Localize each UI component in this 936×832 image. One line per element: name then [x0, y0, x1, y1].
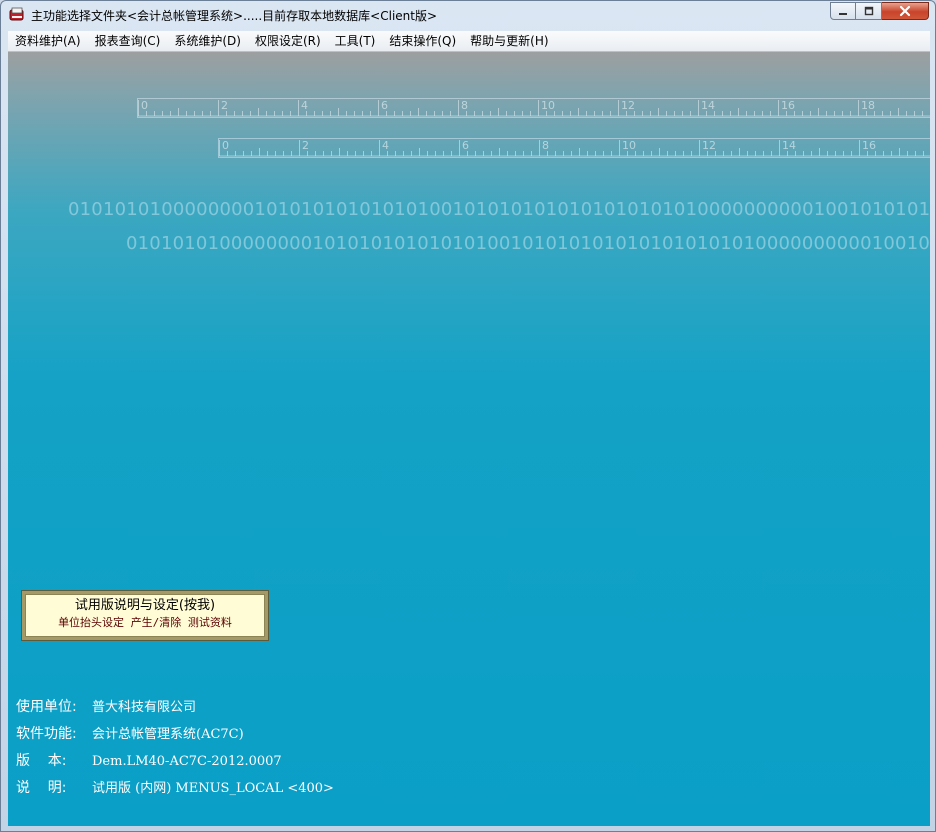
ruler-label: 8: [461, 99, 468, 112]
title-bar[interactable]: 主功能选择文件夹<会计总帐管理系统>.....目前存取本地数据库<Client版…: [1, 1, 935, 31]
ruler-label: 4: [382, 139, 389, 152]
ruler-graphic: 0 2 4 6 8 10 12 14 16: [219, 139, 930, 157]
info-label: 软件功能:: [16, 726, 77, 742]
trial-settings-button[interactable]: 试用版说明与设定(按我) 单位抬头设定 产生/清除 测试资料: [21, 590, 269, 641]
ruler-label: 2: [302, 139, 309, 152]
menu-system-maintenance[interactable]: 系统维护(D): [167, 31, 248, 51]
trial-button-face: 试用版说明与设定(按我) 单位抬头设定 产生/清除 测试资料: [25, 594, 265, 637]
window-title: 主功能选择文件夹<会计总帐管理系统>.....目前存取本地数据库<Client版…: [31, 9, 438, 23]
ruler-label: 12: [621, 99, 635, 112]
menu-report-query[interactable]: 报表查询(C): [88, 31, 168, 51]
ruler-label: 12: [702, 139, 716, 152]
ruler-label: 0: [141, 99, 148, 112]
decorative-ruler-top: 0 2 4 6 8 10 12 14 16 18: [137, 98, 930, 118]
info-row-note: 说 明: 试用版 (内网) MENUS_LOCAL <400>: [16, 777, 334, 797]
menu-permission-settings[interactable]: 权限设定(R): [248, 31, 328, 51]
ruler-label: 14: [701, 99, 715, 112]
ruler-label: 10: [622, 139, 636, 152]
info-row-company: 使用单位: 普大科技有限公司: [16, 696, 196, 716]
trial-button-title: 试用版说明与设定(按我): [74, 598, 216, 613]
ruler-graphic: 0 2 4 6 8 10 12 14 16 18: [138, 99, 930, 117]
info-value: 普大科技有限公司: [92, 700, 197, 715]
info-value: 试用版 (内网) MENUS_LOCAL <400>: [92, 781, 334, 796]
decorative-ruler-bottom: 0 2 4 6 8 10 12 14 16: [218, 138, 930, 158]
close-button[interactable]: [882, 2, 929, 20]
ruler-label: 18: [861, 99, 875, 112]
menu-tools[interactable]: 工具(T): [328, 31, 383, 51]
info-row-function: 软件功能: 会计总帐管理系统(AC7C): [16, 723, 244, 743]
app-icon: [9, 7, 24, 21]
maximize-button[interactable]: [856, 2, 882, 20]
info-label: 说 明:: [16, 780, 67, 796]
binary-pattern-line-1: 0101010100000000101010101010101001010101…: [68, 199, 930, 220]
ruler-label: 2: [221, 99, 228, 112]
window-controls: [830, 2, 929, 20]
menu-help-update[interactable]: 帮助与更新(H): [463, 31, 555, 51]
minimize-icon: [839, 13, 847, 15]
ruler-label: 10: [541, 99, 555, 112]
minimize-button[interactable]: [830, 2, 856, 20]
ruler-label: 8: [542, 139, 549, 152]
maximize-icon: [864, 6, 873, 16]
ruler-label: 6: [462, 139, 469, 152]
menu-exit[interactable]: 结束操作(Q): [382, 31, 463, 51]
trial-button-subtitle: 单位抬头设定 产生/清除 测试资料: [58, 616, 232, 629]
ruler-label: 16: [781, 99, 795, 112]
ruler-label: 4: [301, 99, 308, 112]
ruler-label: 14: [782, 139, 796, 152]
info-value: 会计总帐管理系统(AC7C): [92, 727, 244, 742]
menu-data-maintenance[interactable]: 资料维护(A): [8, 31, 88, 51]
ruler-label: 16: [862, 139, 876, 152]
menu-bar: 资料维护(A) 报表查询(C) 系统维护(D) 权限设定(R) 工具(T) 结束…: [8, 31, 930, 52]
info-value: Dem.LM40-AC7C-2012.0007: [92, 754, 282, 769]
close-icon: [899, 5, 911, 17]
binary-pattern-line-2: 0101010100000000101010101010101001010101…: [126, 233, 930, 254]
ruler-label: 0: [222, 139, 229, 152]
info-row-version: 版 本: Dem.LM40-AC7C-2012.0007: [16, 750, 282, 770]
main-window: 主功能选择文件夹<会计总帐管理系统>.....目前存取本地数据库<Client版…: [0, 0, 936, 832]
info-label: 版 本:: [16, 753, 67, 769]
main-client-area: 0 2 4 6 8 10 12 14 16 18 0 2 4 6 8 10 12 14 16 0101010100…: [8, 52, 930, 826]
ruler-label: 6: [381, 99, 388, 112]
info-label: 使用单位:: [16, 699, 77, 715]
